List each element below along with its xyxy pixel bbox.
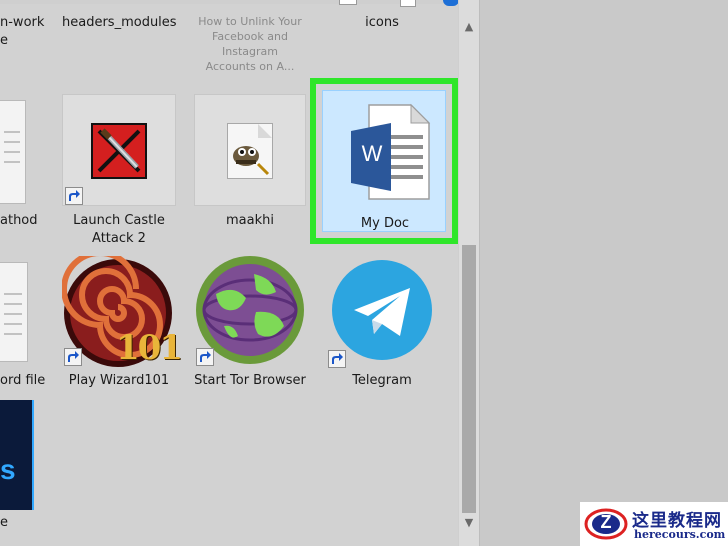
partial-file-label-method[interactable]: athod	[0, 212, 38, 230]
background-area	[480, 0, 728, 546]
gimp-file-icon	[227, 123, 273, 179]
telegram-tile[interactable]	[326, 258, 438, 370]
maakhi-label[interactable]: maakhi	[194, 212, 306, 230]
my-doc-highlight[interactable]: W My Doc	[310, 78, 458, 244]
scroll-down-arrow-icon[interactable]: ▼	[462, 516, 476, 530]
watermark-logo-letter: Z	[600, 512, 612, 532]
word-letter: W	[361, 141, 383, 166]
castle-attack-icon	[91, 123, 147, 179]
my-doc-selected-tile[interactable]: W My Doc	[322, 90, 446, 232]
telegram-label[interactable]: Telegram	[326, 372, 438, 390]
scroll-up-arrow-icon[interactable]: ▲	[462, 20, 476, 34]
tor-browser-tile[interactable]	[194, 254, 306, 370]
wizard101-tile[interactable]: 101	[61, 250, 183, 370]
partial-document-icon-2[interactable]	[0, 262, 28, 362]
partial-file-label-bottom[interactable]: e	[0, 514, 8, 532]
my-doc-label[interactable]: My Doc	[323, 215, 447, 233]
icons-folder-top-fragment	[339, 0, 357, 5]
vertical-scrollbar[interactable]: ▲ ▼	[458, 0, 480, 546]
faded-file-label[interactable]: How to Unlink Your Facebook and Instagra…	[196, 14, 304, 74]
watermark-logo-icon: Z	[584, 506, 628, 542]
toolbar-edge	[0, 0, 458, 4]
photoshop-letter: s	[0, 454, 16, 485]
icons-folder-top-fragment-2	[400, 0, 416, 7]
shortcut-arrow-icon	[328, 350, 346, 368]
word-document-icon: W	[343, 101, 433, 201]
shortcut-arrow-icon	[65, 187, 83, 205]
wizard101-label[interactable]: Play Wizard101	[62, 372, 176, 390]
watermark-url: herecours.com	[634, 528, 726, 541]
tor-browser-label[interactable]: Start Tor Browser	[194, 372, 306, 390]
partial-document-icon[interactable]	[0, 100, 26, 204]
folder-headers-modules-label[interactable]: headers_modules	[62, 14, 177, 32]
shortcut-arrow-icon	[64, 348, 82, 366]
maakhi-tile[interactable]	[194, 94, 306, 206]
telegram-icon	[330, 258, 434, 362]
shortcut-arrow-icon	[196, 348, 214, 366]
castle-attack-tile[interactable]	[62, 94, 176, 206]
file-explorer-pane: n-work e headers_modules How to Unlink Y…	[0, 0, 458, 546]
partial-file-label-word[interactable]: ord file	[0, 372, 45, 390]
folder-icons-label[interactable]: icons	[340, 14, 424, 32]
castle-attack-label[interactable]: Launch Castle Attack 2	[62, 212, 176, 248]
info-icon	[443, 0, 458, 6]
wizard101-number: 101	[116, 328, 183, 368]
file-label-partial-sub: e	[0, 33, 8, 48]
file-label-partial-network[interactable]: n-work	[0, 14, 44, 32]
watermark: Z 这里教程网 herecours.com	[580, 502, 728, 546]
scroll-thumb[interactable]	[462, 245, 476, 513]
photoshop-file-icon[interactable]: s	[0, 400, 34, 510]
